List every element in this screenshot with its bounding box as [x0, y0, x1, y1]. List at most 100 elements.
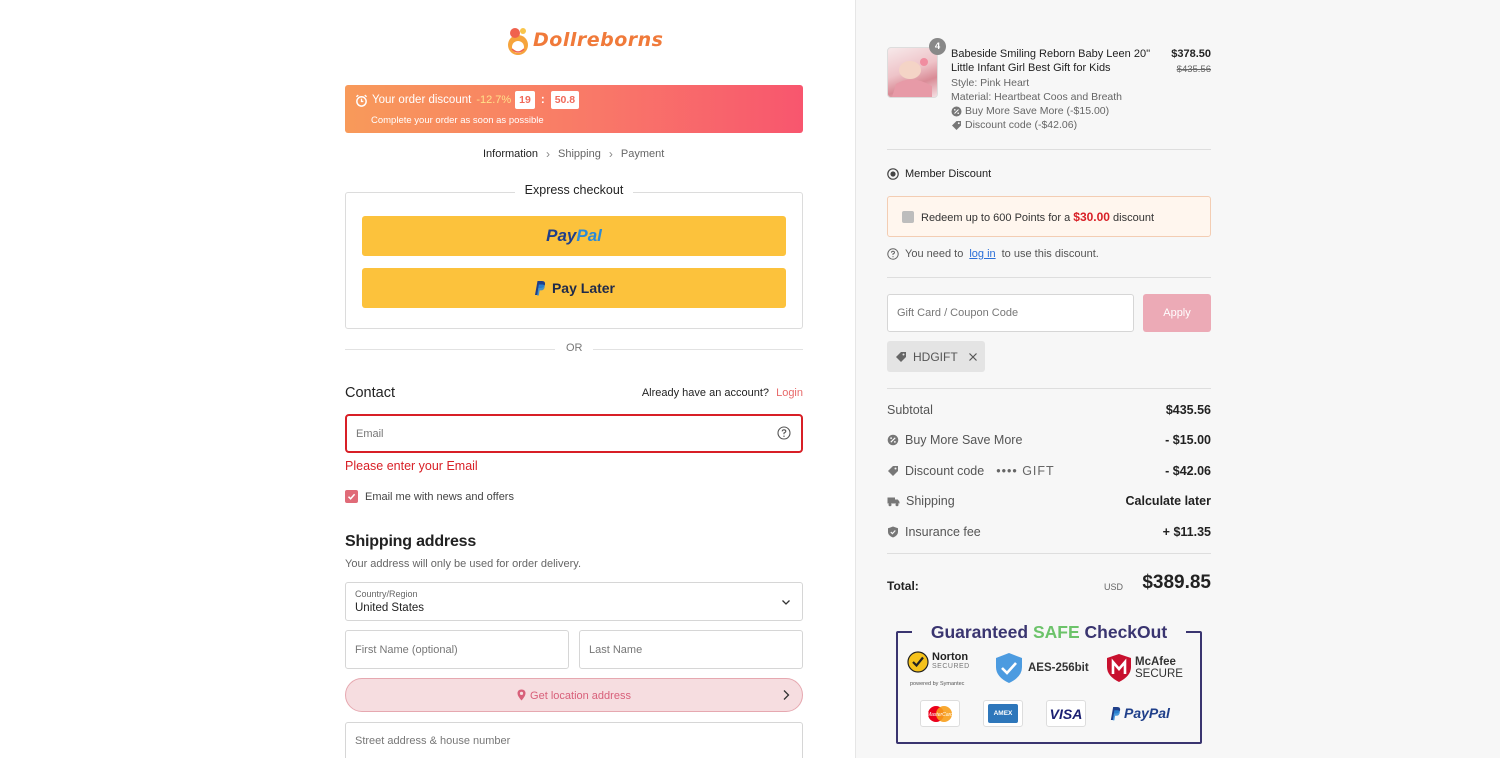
country-value: United States: [355, 602, 425, 614]
login-for-discount: You need to log in to use this discount.: [887, 248, 1099, 260]
safe-checkout-badge: [896, 631, 1202, 744]
close-icon[interactable]: [968, 352, 978, 362]
paypal-button[interactable]: PayPal: [362, 216, 786, 256]
paypal-logo: PayPal: [546, 226, 602, 245]
product-discount: Discount code (-$42.06): [951, 119, 1077, 131]
divider: [887, 149, 1211, 150]
paypal-icon: [534, 281, 546, 296]
promo-badge-icon: [951, 106, 962, 116]
paypal-brand-logo: PayPal: [1109, 705, 1170, 721]
newsletter-option[interactable]: Email me with news and offers: [345, 490, 514, 503]
chevron-right-icon: [783, 690, 790, 700]
country-label: Country/Region: [355, 589, 418, 599]
norton-secured-badge: Norton SECURED: [907, 651, 970, 673]
get-location-button[interactable]: Get location address: [345, 678, 803, 712]
pay-later-label: Pay Later: [551, 280, 616, 296]
mcafee-shield-icon: [1107, 654, 1131, 682]
visa-logo: VISA: [1046, 700, 1086, 727]
buy-more-save-more-row: Buy More Save More - $15.00: [887, 431, 1211, 449]
brand-logo[interactable]: Dollreborns: [505, 22, 663, 58]
breadcrumb-shipping[interactable]: Shipping: [558, 148, 601, 160]
newsletter-label: Email me with news and offers: [365, 490, 514, 503]
apply-coupon-button[interactable]: Apply: [1143, 294, 1211, 332]
insurance-value: + $11.35: [1162, 525, 1211, 539]
bmsm-value: - $15.00: [1165, 433, 1211, 447]
divider: [887, 277, 1211, 278]
paypal-pay-later-button[interactable]: Pay Later: [362, 268, 786, 308]
paypal-icon: [1110, 706, 1121, 720]
breadcrumb-payment[interactable]: Payment: [621, 148, 664, 160]
help-icon[interactable]: [777, 426, 791, 440]
chevron-down-icon: [782, 600, 790, 605]
product-material: Material: Heartbeat Coos and Breath: [951, 91, 1123, 103]
subtotal-value: $435.56: [1165, 403, 1211, 417]
shipping-label: Shipping: [906, 494, 955, 508]
applied-coupon-code: HDGIFT: [913, 349, 958, 364]
bmsm-label: Buy More Save More: [905, 433, 1023, 447]
last-name-field[interactable]: Last Name: [579, 630, 803, 669]
redeem-checkbox[interactable]: [902, 211, 914, 223]
timer-seconds: 50.8: [550, 91, 580, 109]
shipping-value: Calculate later: [1125, 494, 1211, 508]
applied-coupon-tag: HDGIFT: [887, 341, 985, 372]
discount-percent: -12.7%: [476, 94, 512, 106]
product-original-price: $435.56: [1176, 64, 1211, 75]
amex-logo: AMEX: [983, 700, 1023, 727]
first-name-placeholder: First Name (optional): [355, 644, 458, 656]
discount-code-masked: •••• GIFT: [996, 464, 1055, 478]
tag-icon: [952, 120, 961, 130]
timer-minutes: 19: [515, 91, 535, 109]
shield-icon: [888, 526, 898, 538]
first-name-field[interactable]: First Name (optional): [345, 630, 569, 669]
location-pin-icon: [517, 689, 526, 701]
product-thumbnail: [887, 47, 938, 98]
total-value: $389.85: [1142, 572, 1211, 593]
or-divider: OR: [345, 342, 803, 356]
get-location-label: Get location address: [530, 690, 631, 702]
coupon-code-input[interactable]: Gift Card / Coupon Code: [887, 294, 1134, 332]
contact-heading: Contact: [345, 385, 395, 401]
logo-text: Dollreborns: [533, 29, 664, 51]
country-select[interactable]: Country/Region United States: [345, 582, 803, 621]
email-placeholder: Email: [356, 428, 384, 440]
street-address-field[interactable]: Street address & house number: [345, 722, 803, 758]
discount-code-label: Discount code: [905, 464, 985, 478]
total-label: Total:: [887, 579, 919, 593]
breadcrumb: Information › Shipping › Payment: [483, 147, 664, 161]
svg-text:MasterCard: MasterCard: [927, 712, 953, 718]
email-field[interactable]: Email: [345, 414, 803, 453]
divider: [887, 553, 1211, 554]
order-discount-banner: Your order discount -12.7% 19 : 50.8 Com…: [345, 85, 803, 133]
redeem-points-option[interactable]: Redeem up to 600 Points for a $30.00 dis…: [887, 196, 1211, 237]
product-style: Style: Pink Heart: [951, 77, 1030, 89]
breadcrumb-information[interactable]: Information: [483, 148, 538, 160]
truck-icon: [887, 497, 900, 506]
redeem-text: Redeem up to 600 Points for a $30.00 dis…: [921, 210, 1155, 224]
shipping-subtext: Your address will only be used for order…: [345, 558, 582, 570]
safe-checkout-title: Guaranteed SAFE CheckOut: [912, 622, 1186, 643]
mastercard-logo: MasterCard: [920, 700, 960, 727]
street-placeholder: Street address & house number: [355, 735, 511, 747]
tag-icon: [888, 466, 898, 476]
product-price: $378.50: [1171, 48, 1211, 60]
coupon-placeholder: Gift Card / Coupon Code: [897, 307, 1019, 319]
newsletter-checkbox[interactable]: [345, 490, 358, 503]
total-row: Total: USD $389.85: [887, 572, 1211, 598]
shipping-address-heading: Shipping address: [345, 533, 477, 550]
express-checkout-box: [345, 192, 803, 329]
login-link[interactable]: Login: [776, 387, 803, 399]
help-icon: [887, 248, 899, 260]
shipping-row: Shipping Calculate later: [887, 492, 1211, 510]
discount-code-value: - $42.06: [1165, 464, 1211, 478]
account-prompt: Already have an account? Login: [641, 387, 803, 399]
member-login-link[interactable]: log in: [969, 248, 995, 260]
last-name-placeholder: Last Name: [589, 644, 643, 656]
product-promo: Buy More Save More (-$15.00): [951, 105, 1109, 117]
mcafee-secure-badge: McAfee SECURE: [1106, 653, 1183, 683]
member-coin-icon: [887, 168, 899, 180]
discount-label: Your order discount: [372, 94, 472, 106]
product-name: Babeside Smiling Reborn Baby Leen 20'' L…: [951, 48, 1151, 74]
divider: [887, 388, 1211, 389]
discount-code-row: Discount code •••• GIFT - $42.06: [887, 462, 1211, 480]
timer-separator: :: [540, 94, 545, 106]
